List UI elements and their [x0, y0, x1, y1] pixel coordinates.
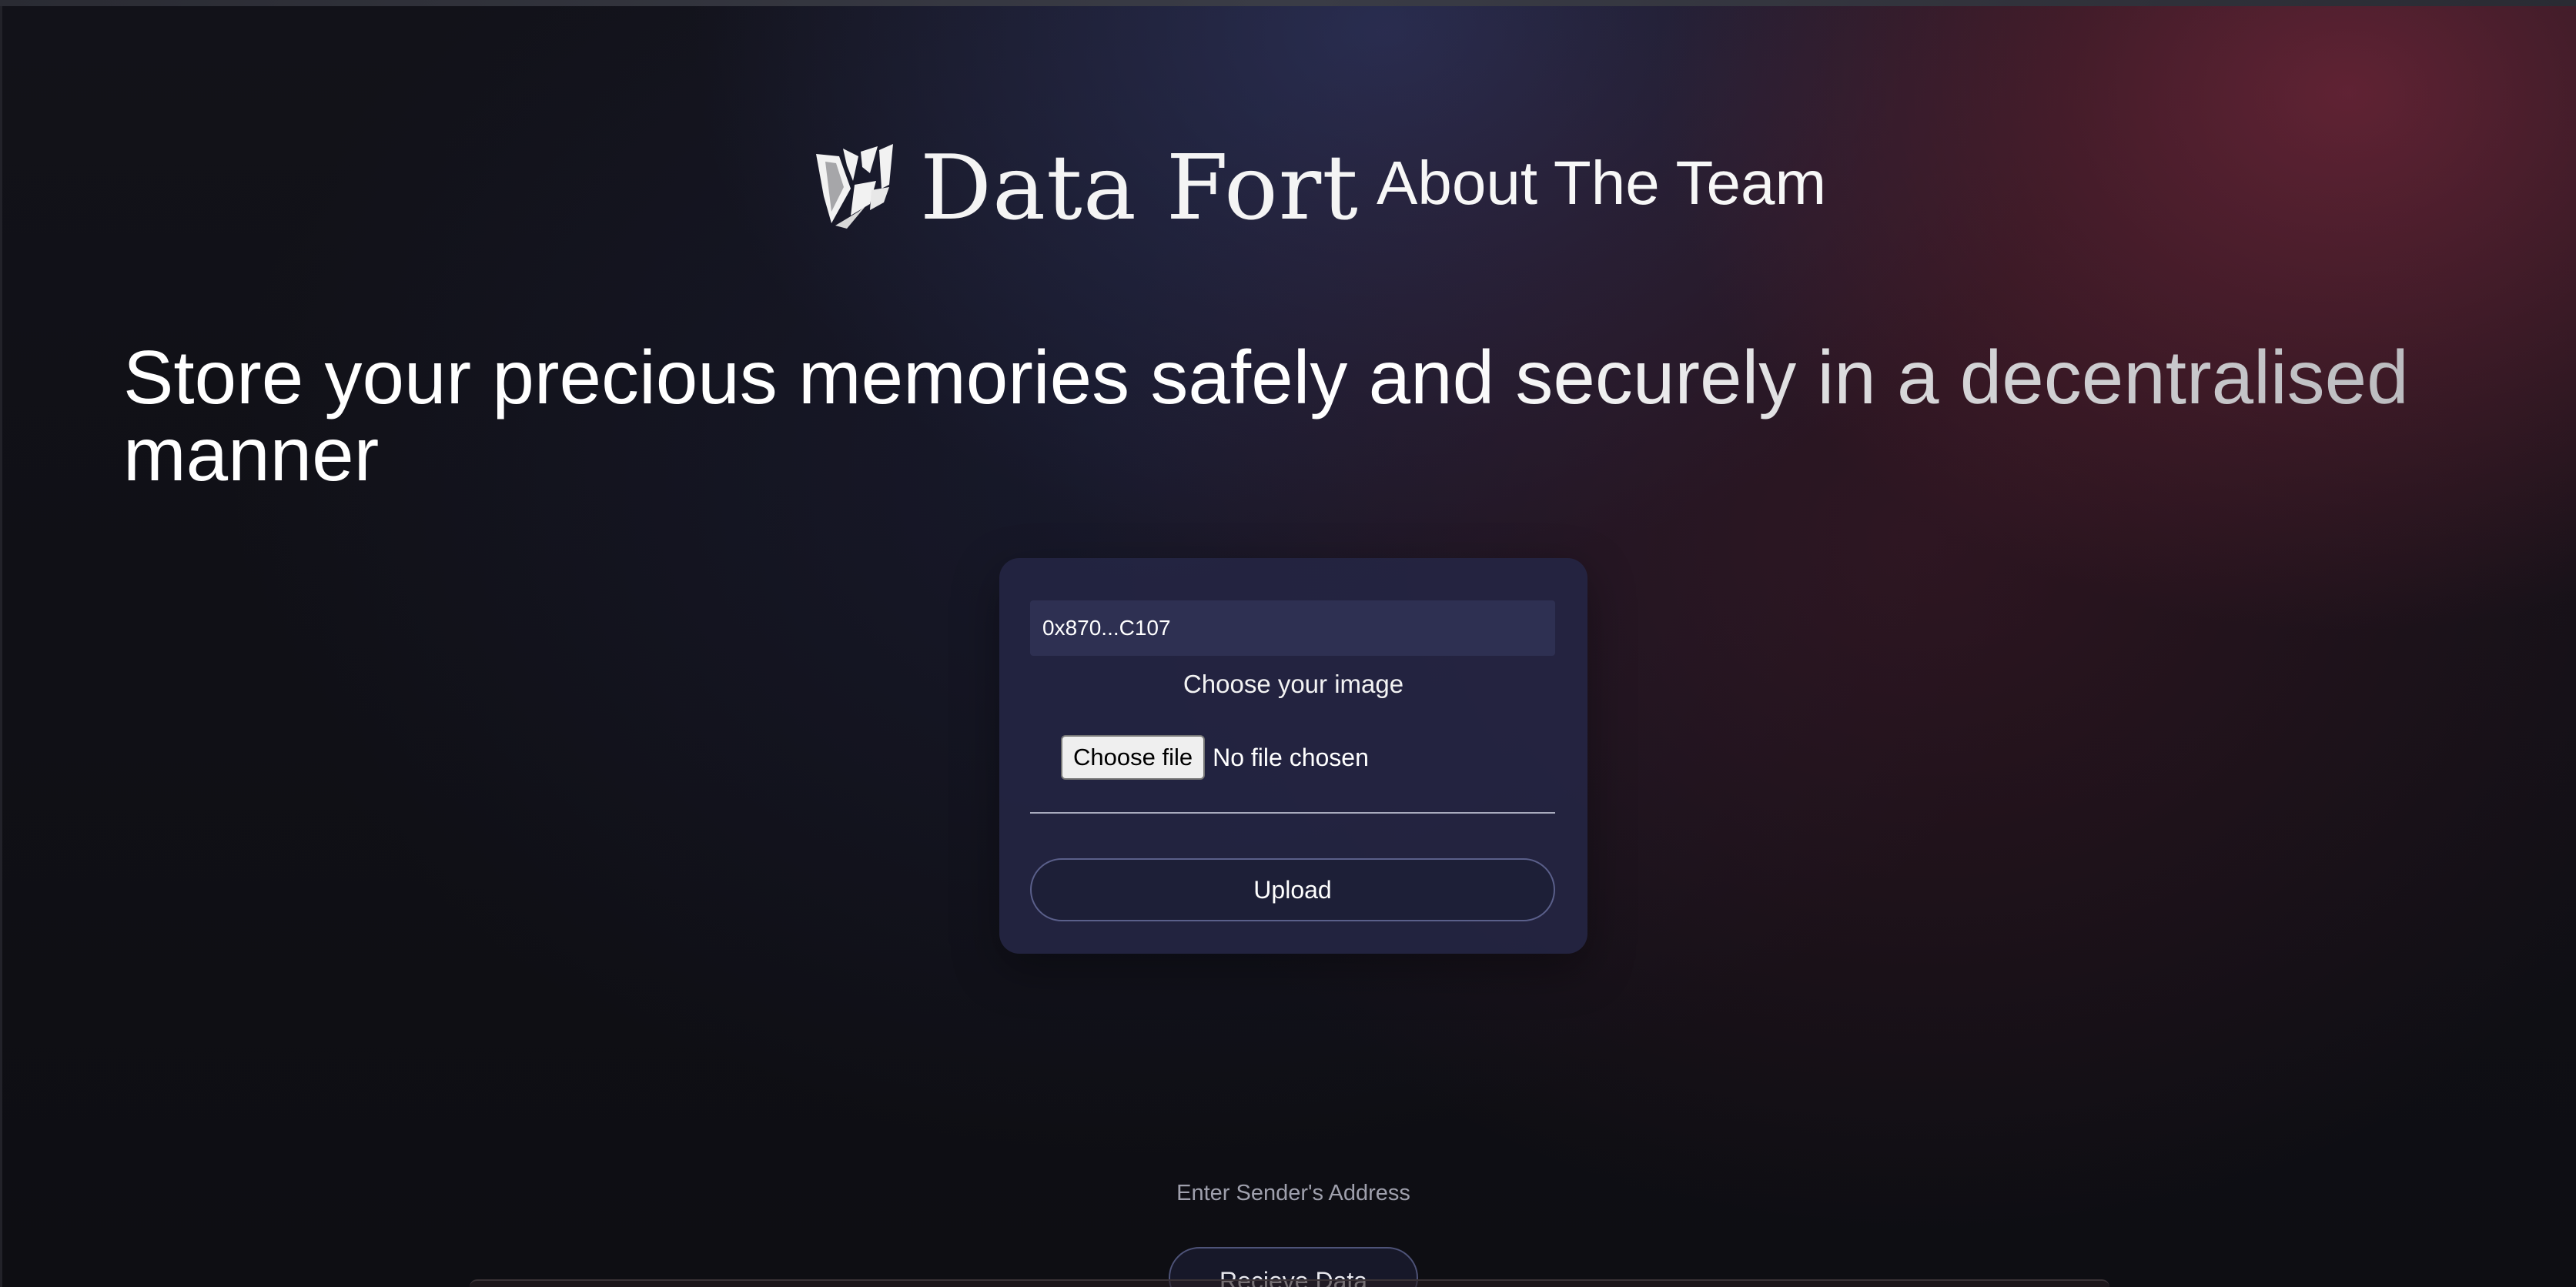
- brand[interactable]: Data Fort: [816, 139, 1359, 239]
- hero-headline: Store your precious memories safely and …: [123, 339, 2471, 493]
- upload-card: 0x870...C107 Choose your image Choose fi…: [999, 558, 1587, 954]
- choose-image-label: Choose your image: [1183, 670, 1404, 698]
- sender-address-label: Enter Sender's Address: [1176, 1181, 1410, 1205]
- choose-file-button[interactable]: Choose file: [1061, 735, 1206, 780]
- file-input[interactable]: Choose file No file chosen: [1061, 735, 1369, 780]
- wallet-address-display[interactable]: 0x870...C107: [1030, 600, 1555, 656]
- bottom-panel-edge: [470, 1279, 2109, 1287]
- upload-button[interactable]: Upload: [1030, 858, 1555, 921]
- file-status-text: No file chosen: [1213, 743, 1369, 771]
- brand-name: Data Fort: [920, 136, 1359, 240]
- window-top-strip: [0, 0, 2576, 6]
- data-fort-logo-icon: [816, 144, 893, 229]
- page: Data Fort About The Team Store your prec…: [0, 0, 2576, 1287]
- nav-about-the-team[interactable]: About The Team: [1377, 152, 1826, 214]
- card-divider: [1030, 812, 1555, 814]
- window-left-edge: [0, 6, 2, 1287]
